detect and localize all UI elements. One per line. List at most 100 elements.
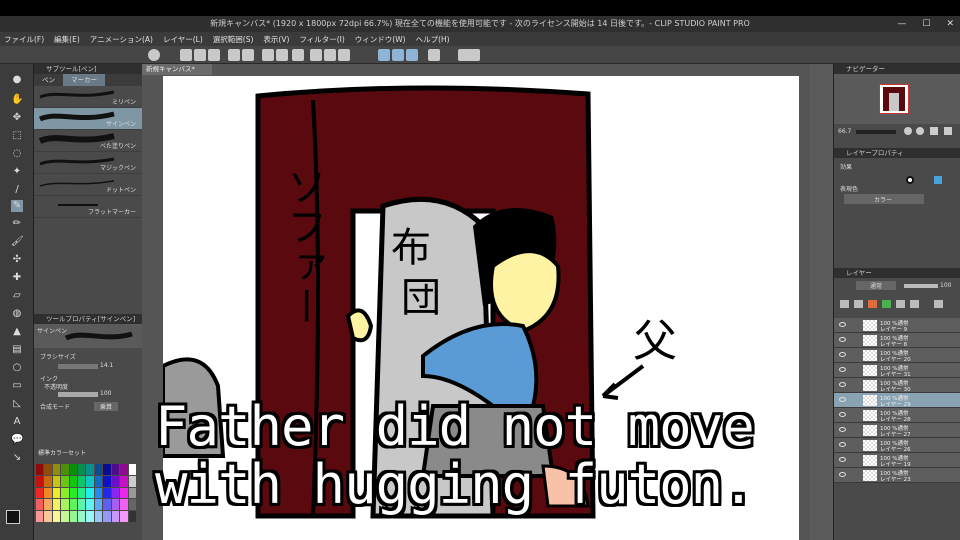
menu-file[interactable]: ファイル(F) — [4, 34, 44, 45]
brush-sign-pen[interactable]: サインペン — [34, 108, 142, 130]
airbrush-icon[interactable]: ✣ — [11, 254, 23, 266]
eye-icon[interactable] — [839, 457, 846, 462]
main-color-swatch[interactable] — [6, 510, 20, 524]
color-swatch[interactable] — [128, 475, 136, 487]
color-swatch[interactable] — [78, 475, 86, 487]
eye-icon[interactable] — [839, 412, 846, 417]
color-swatch[interactable] — [86, 499, 94, 511]
canvas-tab[interactable]: 新規キャンバス* — [142, 64, 212, 75]
help-icon[interactable] — [458, 49, 480, 61]
new-folder-icon[interactable] — [910, 300, 919, 308]
zoom-in-icon[interactable] — [916, 127, 924, 135]
color-swatch[interactable] — [78, 511, 86, 522]
color-swatch[interactable] — [52, 511, 61, 522]
new-layer-icon[interactable] — [896, 300, 905, 308]
color-swatch[interactable] — [52, 475, 61, 487]
fill-tool-icon[interactable]: ▲ — [11, 326, 23, 338]
clear-outside-icon[interactable] — [276, 49, 288, 61]
color-swatch[interactable] — [120, 499, 128, 511]
color-swatch[interactable] — [94, 487, 103, 499]
lasso-tool-icon[interactable]: ◌ — [11, 148, 23, 160]
fill-icon[interactable] — [292, 49, 304, 61]
color-swatch[interactable] — [111, 511, 120, 522]
menu-help[interactable]: ヘルプ(H) — [416, 34, 450, 45]
color-swatch[interactable] — [111, 487, 120, 499]
color-swatch[interactable] — [120, 475, 128, 487]
layer-opacity-slider[interactable] — [904, 284, 938, 288]
ruler-tool-icon[interactable]: ◺ — [11, 398, 23, 410]
menu-window[interactable]: ウィンドウ(W) — [355, 34, 406, 45]
color-swatch[interactable] — [61, 487, 69, 499]
color-swatch[interactable] — [69, 499, 78, 511]
zoom-out-icon[interactable] — [904, 127, 912, 135]
balloon-tool-icon[interactable]: 💬 — [11, 434, 23, 446]
reference-icon[interactable] — [868, 300, 877, 308]
layer-row[interactable]: 100 %通常 レイヤー 26 — [834, 438, 960, 453]
frame-tool-icon[interactable]: ▭ — [11, 380, 23, 392]
color-swatch[interactable] — [128, 499, 136, 511]
pencil-tool-icon[interactable]: ✏ — [11, 218, 23, 230]
eye-icon[interactable] — [839, 397, 846, 402]
clear-icon[interactable] — [262, 49, 274, 61]
blend-tool-icon[interactable]: ◍ — [11, 308, 23, 320]
move-tool-icon[interactable]: ✥ — [11, 112, 23, 124]
color-swatch[interactable] — [103, 475, 111, 487]
eye-icon[interactable] — [839, 337, 846, 342]
color-swatch[interactable] — [128, 487, 136, 499]
snap-special-ruler-icon[interactable] — [392, 49, 404, 61]
deselect-icon[interactable] — [324, 49, 336, 61]
layer-row[interactable]: 100 %通常 レイヤー 27 — [834, 423, 960, 438]
layer-row[interactable]: 100 %通常 レイヤー 28 — [834, 408, 960, 423]
color-swatch[interactable] — [103, 511, 111, 522]
flip-icon[interactable] — [944, 127, 952, 135]
layer-row[interactable]: 100 %通常 レイヤー 20 — [834, 348, 960, 363]
figure-tool-icon[interactable]: ○ — [11, 362, 23, 374]
color-swatch[interactable] — [52, 464, 61, 475]
save-icon[interactable] — [208, 49, 220, 61]
fit-view-icon[interactable] — [930, 127, 938, 135]
color-swatch[interactable] — [111, 499, 120, 511]
layer-row[interactable]: 100 %通常 レイヤー 8 — [834, 333, 960, 348]
magic-wand-icon[interactable]: ✦ — [11, 166, 23, 178]
color-swatch[interactable] — [36, 487, 44, 499]
clip-icon[interactable] — [854, 300, 863, 308]
opacity-slider[interactable] — [58, 392, 98, 397]
transform-icon[interactable] — [310, 49, 322, 61]
zoom-slider[interactable] — [856, 130, 896, 134]
eye-icon[interactable] — [839, 442, 846, 447]
expression-color-select[interactable]: カラー — [844, 194, 924, 204]
open-file-icon[interactable] — [194, 49, 206, 61]
color-swatch[interactable] — [52, 499, 61, 511]
color-swatch[interactable] — [61, 475, 69, 487]
color-swatch[interactable] — [44, 475, 52, 487]
layer-row[interactable]: 100 %通常 レイヤー 9 — [834, 318, 960, 333]
layer-row[interactable]: 100 %通常 レイヤー 19 — [834, 453, 960, 468]
color-swatch[interactable] — [36, 499, 44, 511]
color-swatch[interactable] — [94, 464, 103, 475]
color-circle-icon[interactable] — [906, 176, 914, 184]
menu-edit[interactable]: 編集(E) — [54, 34, 80, 45]
color-swatch[interactable] — [61, 499, 69, 511]
layer-row[interactable]: 100 %通常 レイヤー 23 — [834, 468, 960, 483]
color-swatch[interactable] — [128, 511, 136, 522]
brush-fill-pen[interactable]: べた塗りペン — [34, 130, 142, 152]
tab-pen[interactable]: ペン — [34, 74, 63, 86]
menu-view[interactable]: 表示(V) — [263, 34, 289, 45]
minimize-button[interactable]: — — [897, 16, 906, 32]
color-swatch[interactable] — [120, 487, 128, 499]
select-all-icon[interactable] — [338, 49, 350, 61]
tab-marker[interactable]: マーカー — [63, 74, 105, 86]
color-swatch[interactable] — [36, 464, 44, 475]
color-swatch[interactable] — [44, 464, 52, 475]
decoration-icon[interactable]: ✚ — [11, 272, 23, 284]
color-set-label[interactable]: 標準カラーセット — [38, 448, 86, 457]
eye-icon[interactable] — [839, 472, 846, 477]
navigator-thumbnail[interactable] — [879, 84, 909, 114]
maximize-button[interactable]: ☐ — [922, 16, 930, 32]
color-swatch[interactable] — [111, 475, 120, 487]
color-swatch[interactable] — [86, 511, 94, 522]
gradient-icon[interactable]: ▤ — [11, 344, 23, 356]
eraser-icon[interactable]: ▱ — [11, 290, 23, 302]
brush-size-slider[interactable] — [58, 364, 98, 369]
color-swatch[interactable] — [36, 511, 44, 522]
